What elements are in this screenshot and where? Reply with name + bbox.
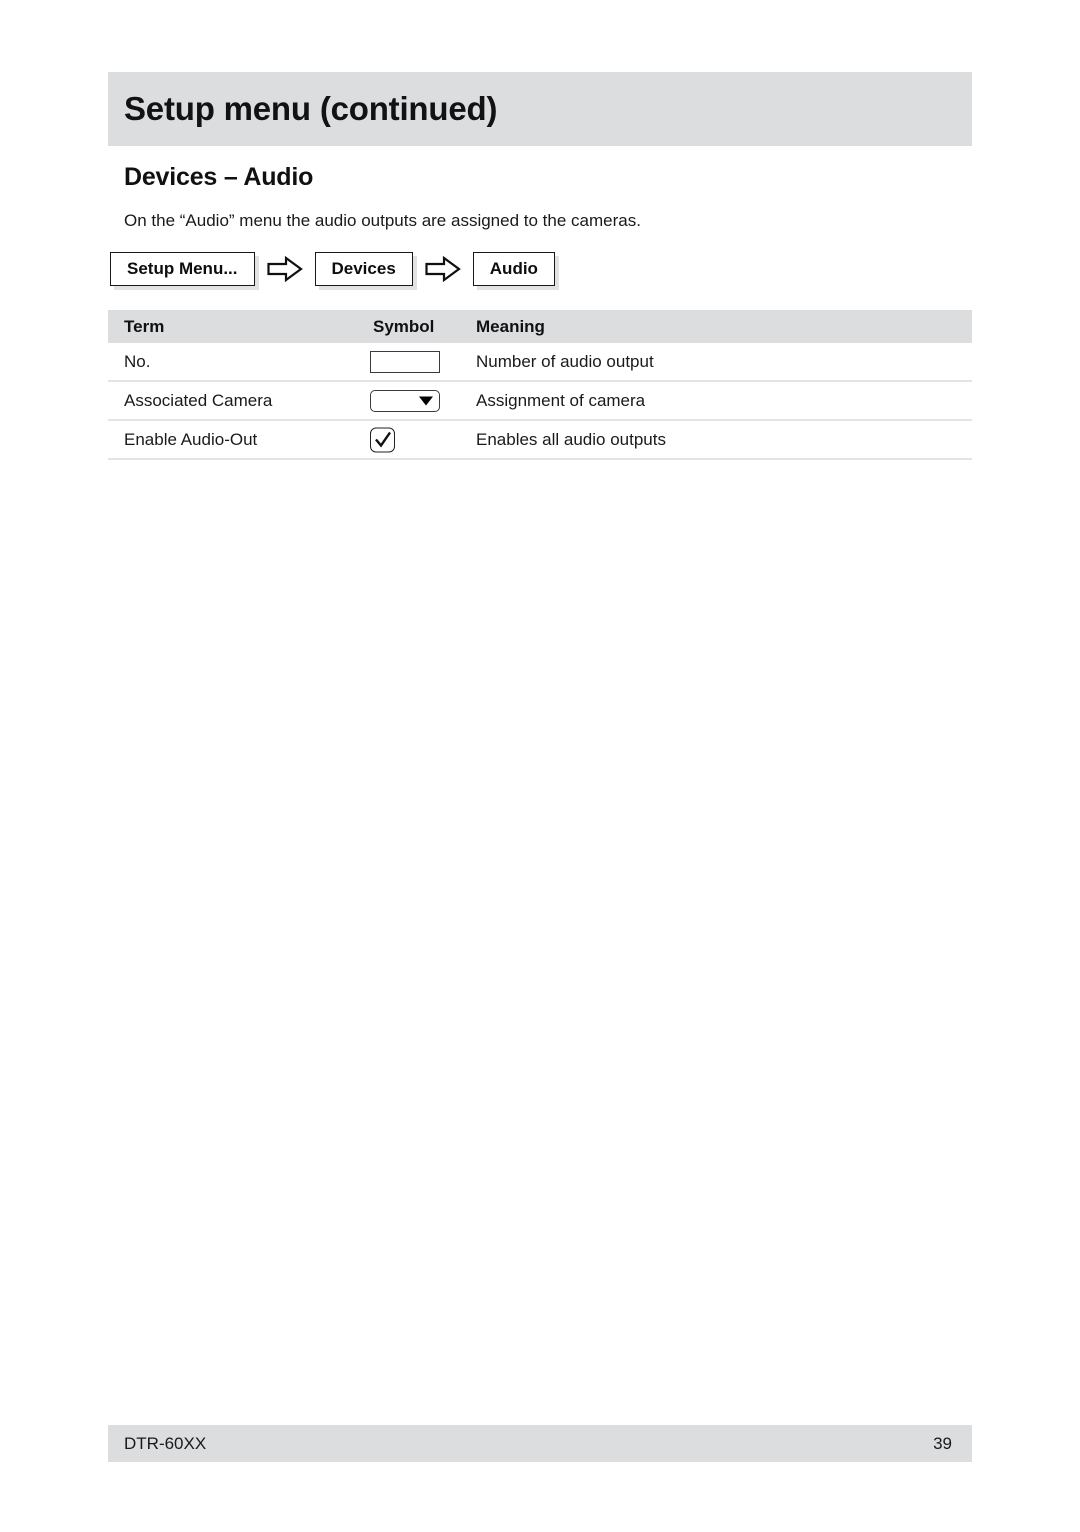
- cell-term: No.: [124, 351, 151, 371]
- terms-table: Term Symbol Meaning No. Number of audio …: [108, 310, 972, 460]
- column-header-term: Term: [124, 316, 165, 336]
- section-heading: Devices – Audio: [124, 163, 314, 191]
- breadcrumb-item-devices[interactable]: Devices: [314, 252, 413, 286]
- cell-term: Associated Camera: [124, 390, 273, 410]
- text-input-box-icon: [370, 350, 440, 373]
- cell-meaning: Enables all audio outputs: [476, 429, 666, 449]
- cell-term: Enable Audio-Out: [124, 429, 258, 449]
- checkbox-checked-icon: [370, 427, 395, 452]
- document-page: Setup menu (continued) Devices – Audio O…: [0, 0, 1080, 1532]
- chevron-down-icon: [419, 396, 433, 405]
- table-row: No. Number of audio output: [108, 343, 972, 382]
- breadcrumb-item-label: Audio: [489, 259, 538, 278]
- arrow-right-outline-icon: [423, 252, 463, 286]
- breadcrumb: Setup Menu... Devices Audio: [110, 252, 555, 286]
- footer-model-name: DTR-60XX: [124, 1433, 207, 1453]
- breadcrumb-item-setup-menu[interactable]: Setup Menu...: [110, 252, 255, 286]
- table-header-row: Term Symbol Meaning: [108, 310, 972, 343]
- dropdown-select-icon: [370, 389, 440, 412]
- intro-paragraph: On the “Audio” menu the audio outputs ar…: [124, 211, 641, 230]
- chapter-title-band: Setup menu (continued): [108, 72, 972, 146]
- breadcrumb-item-audio[interactable]: Audio: [472, 252, 555, 286]
- cell-symbol: [370, 427, 395, 452]
- table-row: Associated Camera Assignment of camera: [108, 382, 972, 421]
- cell-symbol: [370, 389, 440, 412]
- page-footer: DTR-60XX 39: [108, 1425, 972, 1462]
- column-header-symbol: Symbol: [373, 316, 435, 336]
- cell-symbol: [370, 350, 440, 373]
- column-header-meaning: Meaning: [476, 316, 545, 336]
- footer-page-number: 39: [933, 1433, 952, 1453]
- breadcrumb-item-label: Devices: [331, 259, 396, 278]
- page-title: Setup menu (continued): [124, 90, 498, 127]
- breadcrumb-item-label: Setup Menu...: [127, 259, 238, 278]
- cell-meaning: Number of audio output: [476, 351, 654, 371]
- table-row: Enable Audio-Out Enables all audio outpu…: [108, 421, 972, 460]
- cell-meaning: Assignment of camera: [476, 390, 646, 410]
- arrow-right-outline-icon: [265, 252, 305, 286]
